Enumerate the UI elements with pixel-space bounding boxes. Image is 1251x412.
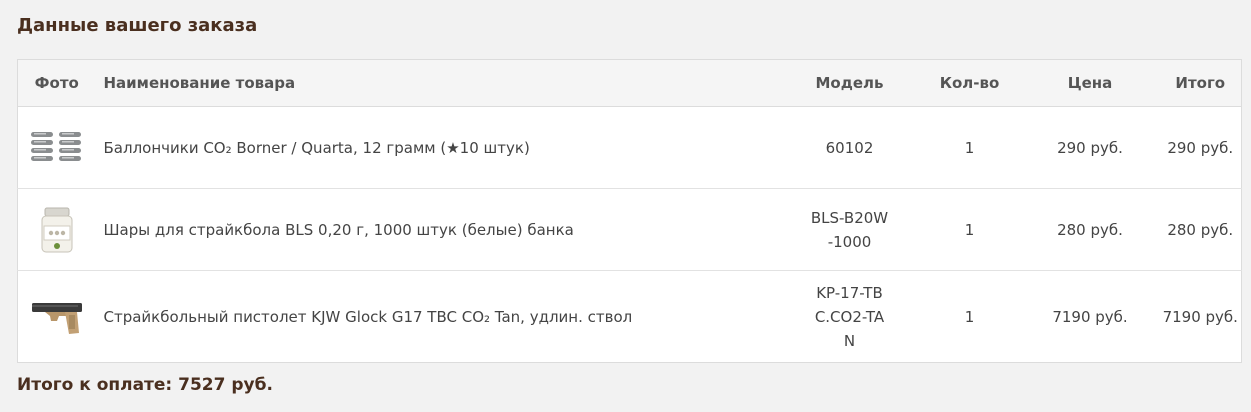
table-row: Баллончики CO₂ Borner / Quarta, 12 грамм…	[17, 106, 1242, 189]
product-price: 290 руб.	[1020, 106, 1160, 189]
header-price: Цена	[1020, 59, 1160, 107]
table-header-row: Фото Наименование товара Модель Кол-во Ц…	[17, 59, 1242, 107]
header-qty: Кол-во	[918, 59, 1021, 107]
order-details: Данные вашего заказа Фото Наименование т…	[0, 0, 1251, 412]
product-model: KP-17-TBC.CO2-TAN	[814, 283, 885, 350]
table-row: Страйкбольный пистолет KJW Glock G17 TBC…	[18, 271, 1242, 363]
product-total: 7190 руб.	[1162, 307, 1238, 326]
product-qty: 1	[918, 106, 1021, 189]
order-table: Фото Наименование товара Модель Кол-во Ц…	[17, 59, 1242, 363]
header-model: Модель	[780, 59, 919, 107]
photo-cell	[17, 106, 96, 189]
product-qty: 1	[918, 188, 1021, 271]
product-price: 280 руб.	[1020, 188, 1160, 271]
bb-jar-icon[interactable]	[33, 206, 81, 254]
photo-cell	[18, 271, 96, 363]
header-total: Итого	[1159, 59, 1242, 107]
header-name: Наименование товара	[95, 59, 781, 107]
photo-cell	[17, 188, 96, 271]
product-model: 60102	[780, 106, 919, 189]
product-total: 290 руб.	[1159, 106, 1242, 189]
pistol-icon[interactable]	[29, 297, 85, 337]
header-photo: Фото	[17, 59, 96, 107]
product-name[interactable]: Шары для страйкбола BLS 0,20 г, 1000 шту…	[95, 188, 781, 271]
co2-cartridges-icon[interactable]	[29, 130, 85, 166]
product-total: 280 руб.	[1159, 188, 1242, 271]
table-row: Шары для страйкбола BLS 0,20 г, 1000 шту…	[17, 188, 1242, 271]
product-model: BLS-B20W-1000	[780, 188, 919, 271]
product-price: 7190 руб.	[1052, 307, 1128, 326]
product-qty: 1	[964, 307, 975, 326]
order-total: Итого к оплате: 7527 руб.	[17, 375, 273, 395]
product-name[interactable]: Страйкбольный пистолет KJW Glock G17 TBC…	[96, 271, 781, 363]
page-title: Данные вашего заказа	[17, 15, 258, 36]
product-name[interactable]: Баллончики CO₂ Borner / Quarta, 12 грамм…	[95, 106, 781, 189]
